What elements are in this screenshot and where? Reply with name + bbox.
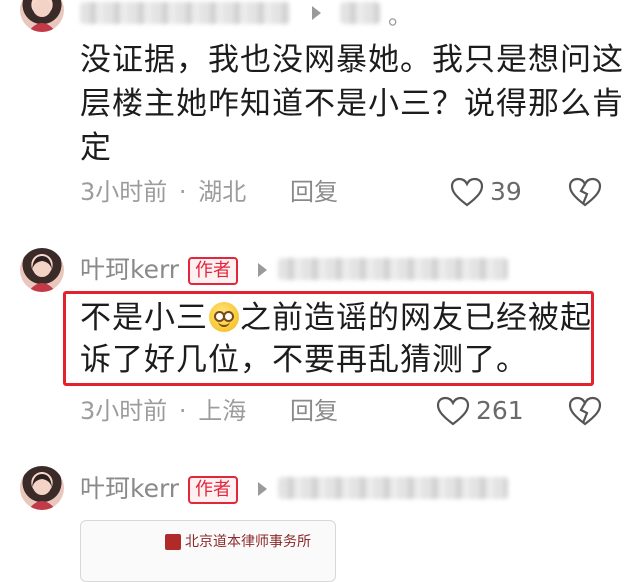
play-triangle-icon (312, 6, 321, 20)
card-logo (165, 534, 181, 550)
comment-text-segment: 不是小三 (80, 300, 208, 336)
broken-heart-icon[interactable] (568, 177, 602, 207)
avatar-image (28, 0, 56, 32)
like-count: 39 (490, 177, 522, 206)
meta-separator: · (178, 178, 187, 206)
avatar[interactable] (20, 248, 64, 292)
author-badge: 作者 (188, 257, 238, 285)
partial-char: 。 (388, 2, 412, 30)
comment-text-line: 诉了好几位，不要再乱猜测了。 (80, 342, 528, 378)
reply-button[interactable]: 回复 (290, 177, 338, 207)
heart-outline-icon[interactable] (436, 396, 470, 426)
like-count: 261 (476, 396, 524, 425)
location-label: 湖北 (198, 178, 247, 206)
time-label: 3小时前 (80, 178, 168, 206)
card-title: 北京道本律师事务所 (185, 534, 311, 550)
reply-target-blurred (340, 2, 380, 24)
avatar[interactable] (20, 0, 64, 32)
avatar[interactable] (20, 466, 64, 510)
heart-outline-icon[interactable] (450, 177, 484, 207)
comment-text-line: 不是小三 之前造谣的网友已经被起 (80, 296, 592, 340)
username-blurred (80, 2, 290, 24)
smiling-emoji-icon (209, 302, 239, 332)
comment-text-segment: 之前造谣的网友已经被起 (240, 300, 592, 336)
comment-text-line: 层楼主她咋知道不是小三？说得那么肯 (80, 86, 624, 122)
comment-text-line: 没证据，我也没网暴她。我只是想问这 (80, 42, 624, 78)
reply-target-blurred (278, 477, 508, 499)
username[interactable]: 叶珂kerr (80, 474, 179, 504)
comment-time: 3小时前 · 湖北 (80, 177, 246, 207)
time-label: 3小时前 (80, 397, 168, 425)
username[interactable]: 叶珂kerr (80, 255, 179, 285)
play-triangle-icon (258, 263, 267, 277)
avatar-image (28, 256, 56, 292)
reply-target-blurred (278, 258, 508, 280)
meta-separator: · (178, 397, 187, 425)
play-triangle-icon (258, 482, 267, 496)
attachment-card[interactable]: 北京道本律师事务所 (80, 520, 336, 582)
reply-button[interactable]: 回复 (290, 396, 338, 426)
location-label: 上海 (198, 397, 247, 425)
comment-text-line: 定 (80, 130, 112, 166)
avatar-image (28, 474, 56, 510)
author-badge: 作者 (188, 476, 238, 504)
broken-heart-icon[interactable] (568, 396, 602, 426)
comment-time: 3小时前 · 上海 (80, 396, 246, 426)
